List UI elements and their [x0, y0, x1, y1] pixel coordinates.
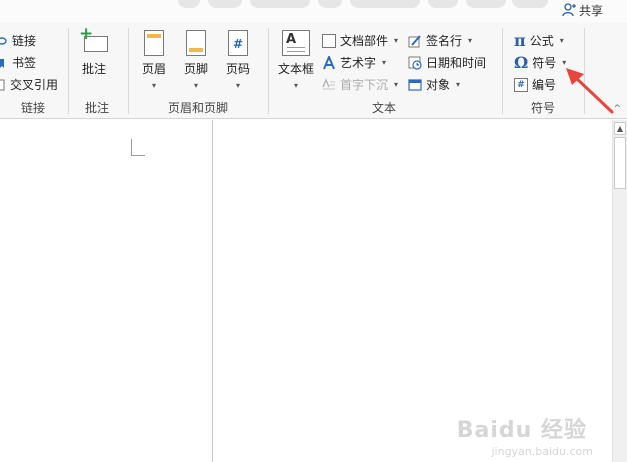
header-label: 页眉	[142, 62, 167, 76]
comment-label: 批注	[81, 62, 106, 76]
group-label-links: 链接	[20, 101, 45, 115]
group-separator	[268, 28, 269, 114]
drop-cap-label: 首字下沉	[340, 78, 389, 92]
calendar-clock-icon	[408, 56, 422, 70]
collapse-ribbon-icon[interactable]: ^	[613, 104, 621, 114]
page-number-button[interactable]: # 页码 ▾	[226, 30, 250, 90]
signature-line-button[interactable]: 签名行 ▾	[408, 30, 472, 51]
link-label: 链接	[12, 34, 37, 48]
header-dropdown-icon: ▾	[152, 81, 157, 90]
person-icon	[562, 3, 576, 17]
group-separator	[68, 28, 69, 114]
quick-parts-label: 文档部件	[340, 34, 389, 48]
object-button[interactable]: 对象 ▾	[408, 74, 460, 95]
equation-label: 公式	[529, 34, 554, 48]
wordart-label: 艺术字	[340, 56, 377, 70]
decoration	[428, 0, 458, 8]
bookmark-icon	[0, 58, 4, 68]
header-icon	[144, 30, 164, 56]
textbox-dropdown-icon: ▾	[294, 81, 299, 90]
signature-line-dropdown-icon: ▾	[468, 36, 473, 45]
footer-icon	[186, 30, 206, 56]
margin-corner-mark	[131, 139, 145, 156]
group-comments: + 批注 批注	[70, 24, 124, 119]
group-separator	[502, 28, 503, 114]
symbol-dropdown-icon: ▾	[562, 58, 567, 67]
numbering-label: 编号	[532, 78, 557, 92]
equation-dropdown-icon: ▾	[559, 36, 564, 45]
drop-cap-icon	[322, 77, 335, 89]
wordart-dropdown-icon: ▾	[382, 58, 387, 67]
group-label-symbols: 符号	[530, 101, 555, 115]
new-comment-icon: +	[79, 24, 108, 56]
decoration	[512, 0, 548, 8]
object-label: 对象	[426, 78, 451, 92]
symbol-button[interactable]: Ω 符号 ▾	[514, 52, 566, 73]
title-bar: 共享	[0, 0, 627, 22]
number-icon: #	[514, 77, 528, 92]
new-comment-button[interactable]: + 批注	[79, 24, 108, 77]
textbox-icon: A	[282, 30, 310, 56]
quick-parts-icon	[322, 33, 336, 48]
scroll-up-arrow-icon[interactable]: ▲	[614, 122, 626, 135]
decoration	[318, 0, 342, 8]
textbox-label: 文本框	[278, 62, 315, 76]
group-separator	[128, 28, 129, 114]
ribbon-insert: 链接 书签 交叉引用 链接 + 批注 批注 页眉 ▾ 页脚 ▾ # 页码 ▾ 页…	[0, 22, 627, 119]
scroll-thumb[interactable]	[614, 137, 626, 189]
vertical-scrollbar[interactable]: ▲	[612, 120, 627, 462]
bookmark-button[interactable]: 书签	[0, 52, 36, 73]
date-time-button[interactable]: 日期和时间	[408, 52, 486, 73]
group-separator	[584, 28, 585, 114]
cross-reference-label: 交叉引用	[10, 78, 59, 92]
footer-button[interactable]: 页脚 ▾	[184, 30, 208, 90]
decoration	[208, 0, 242, 8]
cross-reference-button[interactable]: 交叉引用	[0, 74, 58, 95]
bookmark-label: 书签	[12, 56, 37, 70]
signature-line-label: 签名行	[426, 34, 463, 48]
numbering-button[interactable]: # 编号	[514, 74, 556, 95]
signature-line-icon	[408, 34, 421, 47]
group-text: A 文本框 ▾ 文档部件 ▾ 艺术字 ▾ 首字下沉 ▾ 签名行 ▾ 日期和时间 …	[270, 26, 498, 119]
decoration	[250, 0, 310, 8]
omega-icon: Ω	[514, 52, 529, 72]
drop-cap-dropdown-icon: ▾	[394, 80, 399, 89]
chain-icon	[0, 36, 7, 45]
group-label-header-footer: 页眉和页脚	[167, 101, 228, 115]
cross-reference-icon	[0, 79, 5, 90]
group-label-text: 文本	[371, 101, 396, 115]
document-canvas[interactable]	[0, 120, 612, 462]
pi-icon: π	[514, 30, 526, 50]
link-button[interactable]: 链接	[0, 30, 36, 51]
drop-cap-button[interactable]: 首字下沉 ▾	[322, 74, 398, 95]
group-label-comments: 批注	[84, 101, 109, 115]
share-button[interactable]: 共享	[557, 1, 603, 19]
page-edge	[212, 120, 213, 462]
date-time-label: 日期和时间	[426, 56, 487, 70]
textbox-button[interactable]: A 文本框 ▾	[278, 30, 314, 90]
decoration	[178, 0, 200, 8]
footer-label: 页脚	[184, 62, 209, 76]
quick-parts-dropdown-icon: ▾	[394, 36, 399, 45]
quick-parts-button[interactable]: 文档部件 ▾	[322, 30, 398, 51]
wordart-button[interactable]: 艺术字 ▾	[322, 52, 386, 73]
header-button[interactable]: 页眉 ▾	[142, 30, 166, 90]
watermark-logo: Baidu 经验	[456, 418, 587, 443]
group-symbols: π 公式 ▾ Ω 符号 ▾ # 编号 符号	[504, 26, 582, 119]
decoration	[350, 0, 420, 8]
symbol-label: 符号	[532, 56, 557, 70]
object-dropdown-icon: ▾	[456, 80, 461, 89]
equation-button[interactable]: π 公式 ▾	[514, 30, 564, 51]
wordart-icon	[323, 55, 335, 69]
page-number-dropdown-icon: ▾	[236, 81, 241, 90]
share-label: 共享	[578, 3, 603, 18]
footer-dropdown-icon: ▾	[194, 81, 199, 90]
decoration	[466, 0, 506, 8]
watermark-url: jingyan.baidu.com	[491, 445, 593, 458]
group-header-footer: 页眉 ▾ 页脚 ▾ # 页码 ▾ 页眉和页脚	[130, 26, 266, 119]
page-number-icon: #	[228, 30, 248, 56]
group-links: 链接 书签 交叉引用 链接	[0, 26, 66, 119]
page-number-label: 页码	[226, 62, 251, 76]
object-icon	[408, 78, 422, 91]
